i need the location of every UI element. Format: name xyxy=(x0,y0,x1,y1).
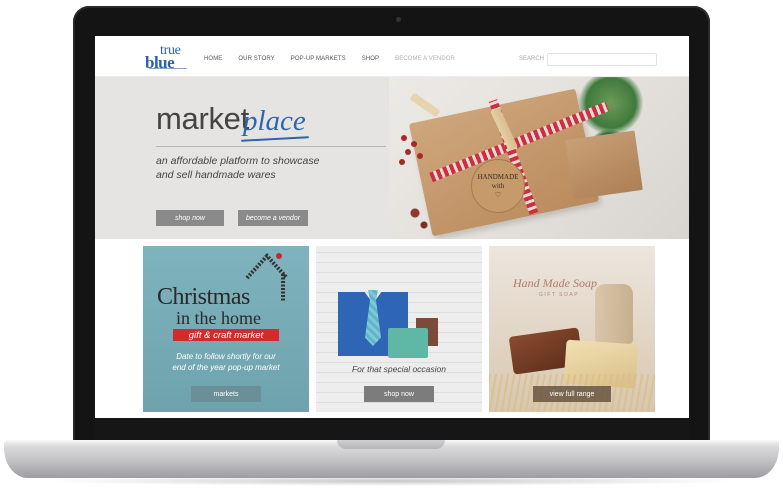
laptop-base xyxy=(4,440,779,478)
webcam-icon xyxy=(396,17,401,22)
teal-gift-box xyxy=(388,328,428,358)
date-notice: Date to follow shortly for our end of th… xyxy=(155,351,297,373)
become-a-vendor-button[interactable]: become a vendor xyxy=(238,210,308,226)
succulent-plant xyxy=(579,77,643,135)
logo-word-blue: blue xyxy=(145,53,175,72)
nav-item-become-a-vendor[interactable]: BECOME A VENDOR xyxy=(395,56,455,62)
red-berries xyxy=(397,131,431,171)
soap-jar xyxy=(595,284,633,344)
nav-item-pop-up-markets[interactable]: POP-UP MARKETS xyxy=(291,56,346,62)
wooden-peg-loose xyxy=(409,92,441,118)
handmade-soap-panel[interactable]: Hand Made Soap GIFT SOAP view full range xyxy=(489,246,655,412)
hero-subtitle-line-2: and sell handmade wares xyxy=(156,169,276,181)
hero-subtitle: an affordable platform to showcase and s… xyxy=(156,154,396,182)
hero-divider xyxy=(156,146,386,147)
special-occasion-panel[interactable]: For that special occasion shop now xyxy=(316,246,482,412)
view-full-range-button[interactable]: view full range xyxy=(533,386,611,402)
handmade-tag: HANDMADE with ♡ xyxy=(471,159,525,213)
heart-icon: ♡ xyxy=(494,190,502,199)
in-the-home-title: in the home xyxy=(176,308,261,328)
nav-item-our-story[interactable]: OUR STORY xyxy=(238,56,274,62)
shop-now-panel-button[interactable]: shop now xyxy=(364,386,434,402)
hero-title-script: place xyxy=(243,105,306,137)
christmas-market-panel[interactable]: Christmas in the home gift & craft marke… xyxy=(143,246,309,412)
date-notice-line-1: Date to follow shortly for our xyxy=(176,352,276,361)
hero-subtitle-line-1: an affordable platform to showcase xyxy=(156,155,320,167)
top-navigation: true blue HOME OUR STORY POP-UP MARKETS … xyxy=(95,36,689,77)
special-occasion-caption: For that special occasion xyxy=(351,364,447,374)
search-input[interactable] xyxy=(547,53,657,66)
christmas-title: Christmas xyxy=(157,284,250,310)
hero-banner: HANDMADE with ♡ market place an affordab… xyxy=(95,77,689,239)
tag-text-handmade: HANDMADE xyxy=(477,172,519,181)
logo-underline xyxy=(149,68,187,69)
handmade-soap-brand: Hand Made Soap xyxy=(513,276,597,290)
nav-item-shop[interactable]: SHOP xyxy=(362,56,379,62)
gift-craft-market-banner: gift & craft market xyxy=(173,329,279,341)
shop-now-button[interactable]: shop now xyxy=(156,210,224,226)
true-blue-logo[interactable]: true blue xyxy=(145,43,189,72)
search-label: SEARCH xyxy=(519,56,545,62)
nav-item-home[interactable]: HOME xyxy=(204,56,222,62)
dried-flowers xyxy=(403,197,433,237)
kraft-gift-box-small xyxy=(565,130,643,200)
laptop-opening-notch xyxy=(337,440,445,449)
handmade-soap-subtitle: GIFT SOAP xyxy=(539,292,580,298)
date-notice-line-2: end of the year pop-up market xyxy=(172,363,280,372)
browser-screen: true blue HOME OUR STORY POP-UP MARKETS … xyxy=(95,36,689,418)
markets-button[interactable]: markets xyxy=(191,386,261,402)
tag-text-with: with xyxy=(491,181,505,190)
house-ornament-icon xyxy=(245,253,289,302)
hero-gift-photo: HANDMADE with ♡ xyxy=(389,77,689,239)
hero-title: market xyxy=(156,101,249,136)
nav-links: HOME OUR STORY POP-UP MARKETS SHOP BECOM… xyxy=(204,56,471,62)
